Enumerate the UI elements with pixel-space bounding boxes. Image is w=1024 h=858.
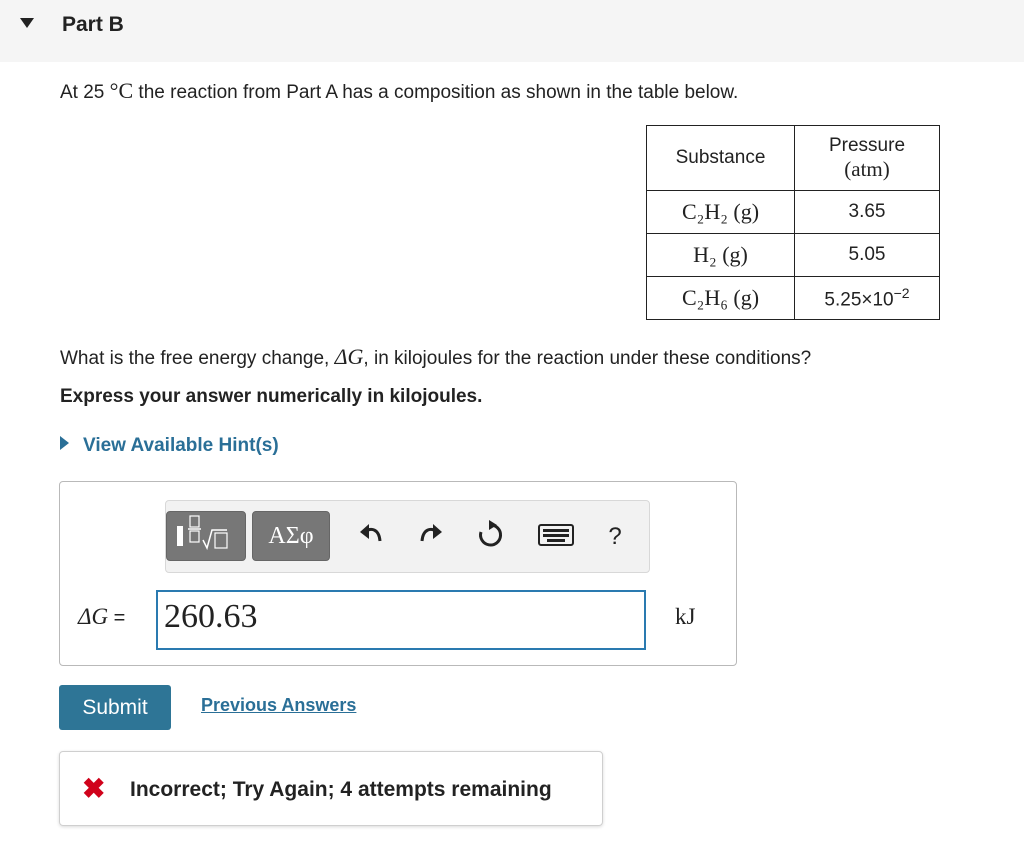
- table-row: C₂H₆ (g) 5.25×10−2: [646, 276, 940, 320]
- templates-icon: [177, 515, 228, 551]
- help-icon[interactable]: ?: [600, 519, 630, 555]
- intro-text: At 25 °C the reaction from Part A has a …: [60, 78, 739, 103]
- incorrect-x-icon: ✖: [82, 773, 106, 804]
- pressure-cell: 3.65: [794, 190, 940, 234]
- part-title: Part B: [62, 13, 124, 36]
- pressure-cell: 5.05: [794, 233, 940, 277]
- composition-table: Substance Pressure (atm) C₂H₂ (g) 3.65 H₂…: [646, 125, 940, 320]
- table-header-row: Substance Pressure (atm): [646, 125, 940, 191]
- math-toolbar: ΑΣφ ?: [165, 500, 650, 573]
- undo-icon[interactable]: [354, 519, 390, 555]
- substance-cell: H₂ (g): [646, 233, 795, 277]
- expand-triangle-icon: [60, 436, 69, 450]
- feedback-message: Incorrect; Try Again; 4 attempts remaini…: [130, 778, 552, 801]
- part-header[interactable]: Part B: [0, 0, 1024, 62]
- answer-unit: kJ: [675, 604, 696, 629]
- substance-cell: C₂H₂ (g): [646, 190, 795, 234]
- answer-label: ΔG =: [78, 604, 126, 629]
- substance-cell: C₂H₆ (g): [646, 276, 795, 320]
- reset-icon[interactable]: [472, 519, 508, 555]
- table-row: C₂H₂ (g) 3.65: [646, 190, 940, 234]
- submit-button[interactable]: Submit: [59, 685, 171, 730]
- keyboard-icon[interactable]: [534, 519, 578, 555]
- greek-symbols-button[interactable]: ΑΣφ: [252, 511, 330, 561]
- redo-icon[interactable]: [412, 519, 448, 555]
- pressure-cell: 5.25×10−2: [794, 276, 940, 320]
- feedback-box: ✖ Incorrect; Try Again; 4 attempts remai…: [59, 751, 603, 826]
- answer-input[interactable]: 260.63: [156, 590, 646, 650]
- question-text: What is the free energy change, ΔG, in k…: [60, 344, 812, 369]
- collapse-caret-icon[interactable]: [20, 18, 34, 28]
- instruction-text: Express your answer numerically in kiloj…: [60, 386, 483, 407]
- column-header-pressure: Pressure (atm): [794, 125, 940, 191]
- templates-button[interactable]: [166, 511, 246, 561]
- previous-answers-link[interactable]: Previous Answers: [201, 695, 356, 716]
- column-header-substance: Substance: [646, 125, 795, 191]
- table-row: H₂ (g) 5.05: [646, 233, 940, 277]
- view-hints-link[interactable]: View Available Hint(s): [60, 435, 279, 457]
